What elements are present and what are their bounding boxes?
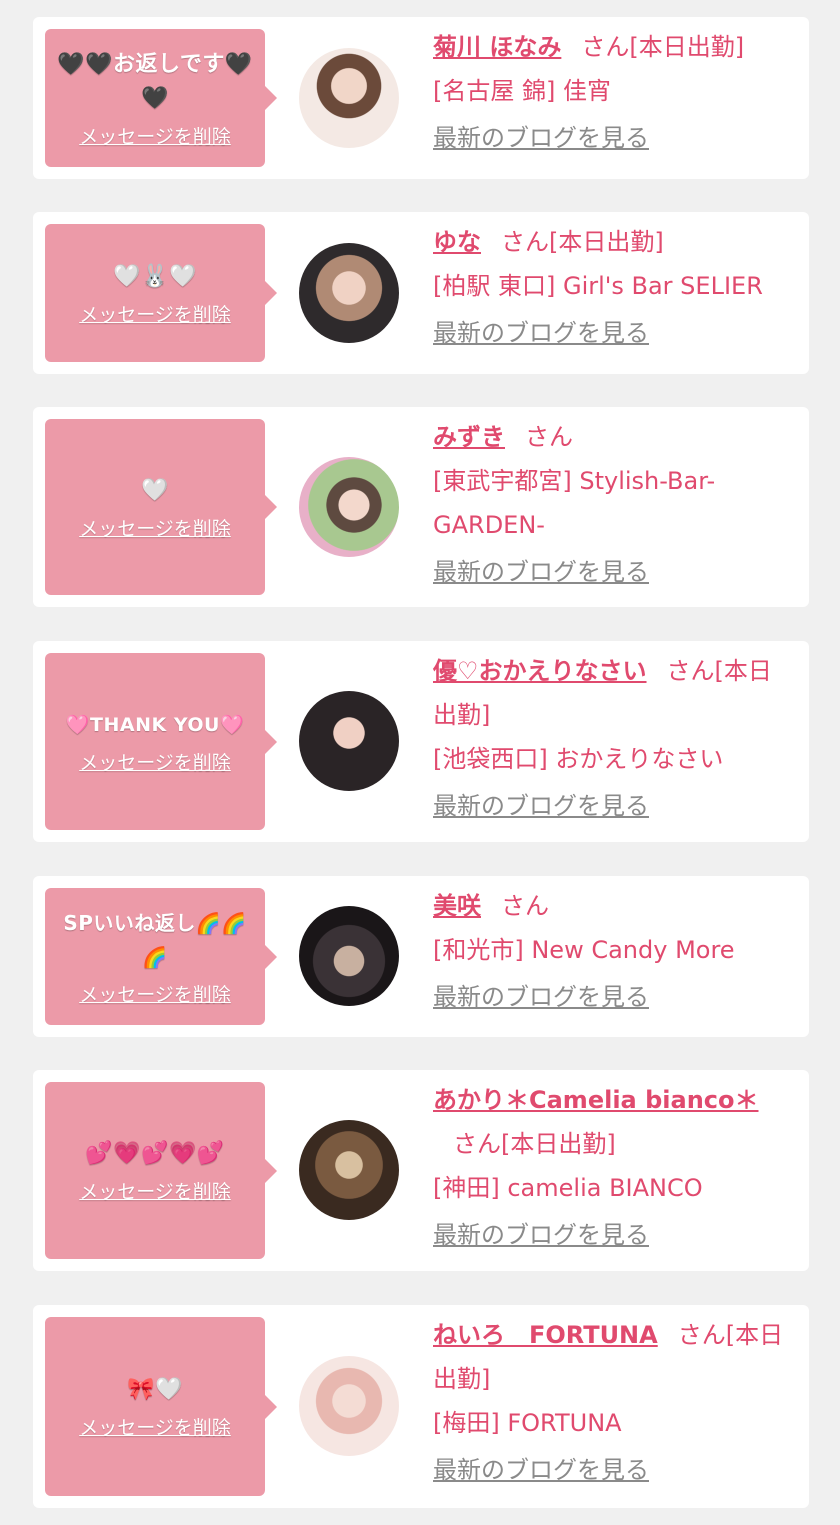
blog-link[interactable]: 最新のブログを見る bbox=[433, 557, 795, 587]
shop-name: [和光市] New Candy More bbox=[433, 936, 735, 964]
delete-message-link[interactable]: メッセージを削除 bbox=[79, 122, 231, 149]
cast-info: ゆな さん[本日出勤] [柏駅 東口] Girl's Bar SELIER 最新の… bbox=[433, 220, 795, 348]
message-text: 🖤🖤お返しです🖤🖤 bbox=[57, 51, 253, 111]
list-item: 🤍🐰🤍 メッセージを削除 ゆな さん[本日出勤] [柏駅 東口] Girl's B… bbox=[33, 212, 809, 374]
shop-name: [名古屋 錦] 佳宵 bbox=[433, 77, 611, 105]
cast-info: 優♡おかえりなさい さん[本日出勤] [池袋西口] おかえりなさい 最新のブログを… bbox=[433, 649, 795, 821]
delete-message-link[interactable]: メッセージを削除 bbox=[79, 748, 231, 775]
message-bubble: SPいいね返し🌈🌈🌈 メッセージを削除 bbox=[45, 888, 277, 1025]
avatar[interactable] bbox=[299, 48, 399, 148]
list-item: 🎀🤍 メッセージを削除 ねいろ FORTUNA さん[本日出勤] [梅田] FOR… bbox=[33, 1305, 809, 1508]
cast-info: みずき さん [東武宇都宮] Stylish-Bar-GARDEN- 最新のブログ… bbox=[433, 415, 795, 587]
list-item: 💕💗💕💗💕 メッセージを削除 あかり＊Camelia bianco＊ さん[本日出… bbox=[33, 1070, 809, 1271]
message-text: 💕💗💕💗💕 bbox=[85, 1141, 225, 1166]
message-text: 🎀🤍 bbox=[127, 1377, 183, 1402]
shop-name: [神田] camelia BIANCO bbox=[433, 1174, 703, 1202]
message-text: SPいいね返し🌈🌈🌈 bbox=[63, 911, 247, 969]
blog-link[interactable]: 最新のブログを見る bbox=[433, 791, 795, 821]
blog-link[interactable]: 最新のブログを見る bbox=[433, 123, 795, 153]
cast-name-link[interactable]: みずき bbox=[433, 423, 505, 451]
cast-status: さん[本日出勤] bbox=[453, 1130, 616, 1158]
message-text: 🤍🐰🤍 bbox=[113, 263, 197, 289]
delete-message-link[interactable]: メッセージを削除 bbox=[79, 514, 231, 541]
shop-name: [東武宇都宮] Stylish-Bar-GARDEN- bbox=[433, 467, 716, 539]
delete-message-link[interactable]: メッセージを削除 bbox=[79, 1413, 231, 1440]
message-bubble: 🩷THANK YOU🩷 メッセージを削除 bbox=[45, 653, 277, 830]
cast-info: 菊川 ほなみ さん[本日出勤] [名古屋 錦] 佳宵 最新のブログを見る bbox=[433, 25, 795, 153]
cast-name-link[interactable]: あかり＊Camelia bianco＊ bbox=[433, 1086, 759, 1114]
blog-link[interactable]: 最新のブログを見る bbox=[433, 1220, 795, 1250]
avatar[interactable] bbox=[299, 457, 399, 557]
message-bubble: 💕💗💕💗💕 メッセージを削除 bbox=[45, 1082, 277, 1259]
message-bubble: 🎀🤍 メッセージを削除 bbox=[45, 1317, 277, 1496]
avatar[interactable] bbox=[299, 243, 399, 343]
shop-name: [梅田] FORTUNA bbox=[433, 1409, 622, 1437]
blog-link[interactable]: 最新のブログを見る bbox=[433, 982, 795, 1012]
cast-name-link[interactable]: 優♡おかえりなさい bbox=[433, 657, 647, 685]
cast-status: さん bbox=[525, 423, 573, 451]
cast-name-link[interactable]: ねいろ FORTUNA bbox=[433, 1321, 658, 1349]
delete-message-link[interactable]: メッセージを削除 bbox=[79, 1177, 231, 1204]
message-text: 🤍 bbox=[141, 477, 169, 503]
list-item: 🖤🖤お返しです🖤🖤 メッセージを削除 菊川 ほなみ さん[本日出勤] [名古屋 錦… bbox=[33, 17, 809, 179]
blog-link[interactable]: 最新のブログを見る bbox=[433, 1455, 795, 1485]
cast-name-link[interactable]: ゆな bbox=[433, 228, 481, 256]
cast-status: さん bbox=[501, 892, 549, 920]
message-bubble: 🖤🖤お返しです🖤🖤 メッセージを削除 bbox=[45, 29, 277, 167]
avatar[interactable] bbox=[299, 906, 399, 1006]
message-text: 🩷THANK YOU🩷 bbox=[65, 714, 245, 736]
shop-name: [柏駅 東口] Girl's Bar SELIER bbox=[433, 272, 763, 300]
shop-name: [池袋西口] おかえりなさい bbox=[433, 745, 724, 773]
delete-message-link[interactable]: メッセージを削除 bbox=[79, 300, 231, 327]
avatar[interactable] bbox=[299, 1120, 399, 1220]
cast-info: あかり＊Camelia bianco＊ さん[本日出勤] [神田] camelia… bbox=[433, 1078, 795, 1250]
cast-info: 美咲 さん [和光市] New Candy More 最新のブログを見る bbox=[433, 884, 795, 1012]
blog-link[interactable]: 最新のブログを見る bbox=[433, 318, 795, 348]
cast-info: ねいろ FORTUNA さん[本日出勤] [梅田] FORTUNA 最新のブログを… bbox=[433, 1313, 795, 1485]
list-item: 🤍 メッセージを削除 みずき さん [東武宇都宮] Stylish-Bar-GAR… bbox=[33, 407, 809, 607]
cast-name-link[interactable]: 菊川 ほなみ bbox=[433, 33, 561, 61]
avatar[interactable] bbox=[299, 691, 399, 791]
cast-name-link[interactable]: 美咲 bbox=[433, 892, 481, 920]
message-bubble: 🤍🐰🤍 メッセージを削除 bbox=[45, 224, 277, 362]
cast-status: さん[本日出勤] bbox=[501, 228, 664, 256]
list-item: SPいいね返し🌈🌈🌈 メッセージを削除 美咲 さん [和光市] New Candy… bbox=[33, 876, 809, 1037]
list-item: 🩷THANK YOU🩷 メッセージを削除 優♡おかえりなさい さん[本日出勤] [… bbox=[33, 641, 809, 842]
message-bubble: 🤍 メッセージを削除 bbox=[45, 419, 277, 595]
avatar[interactable] bbox=[299, 1356, 399, 1456]
cast-status: さん[本日出勤] bbox=[581, 33, 745, 61]
delete-message-link[interactable]: メッセージを削除 bbox=[79, 980, 231, 1007]
